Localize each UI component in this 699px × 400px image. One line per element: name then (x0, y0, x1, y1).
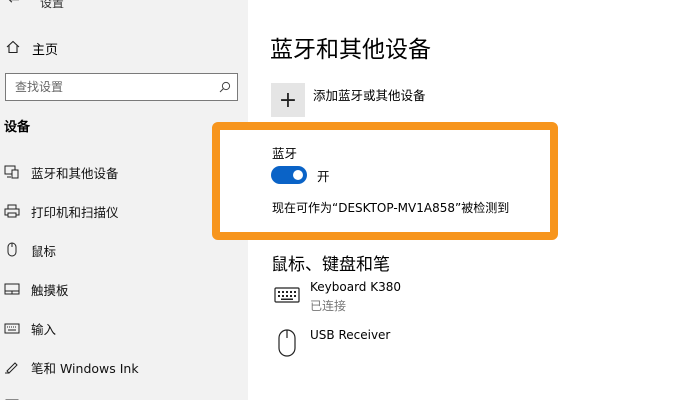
page-title: 蓝牙和其他设备 (270, 37, 431, 63)
sidebar: ← 设置 主页 设备 蓝牙和其他设备 打印机和扫描仪 鼠标 (0, 0, 248, 400)
keyboard-icon (272, 280, 302, 310)
app-title: 设置 (40, 0, 65, 10)
discoverable-text: 现在可作为“DESKTOP-MV1A858”被检测到 (272, 201, 510, 215)
sidebar-item-bluetooth[interactable]: 蓝牙和其他设备 (4, 161, 119, 183)
device-keyboard[interactable]: Keyboard K380 已连接 (272, 280, 401, 314)
sidebar-item-label: 鼠标 (31, 243, 57, 259)
section-title-mouse-keyboard-pen: 鼠标、键盘和笔 (271, 255, 390, 275)
printer-icon (4, 203, 20, 219)
sidebar-item-label: 打印机和扫描仪 (31, 204, 119, 220)
sidebar-item-printers[interactable]: 打印机和扫描仪 (4, 200, 119, 222)
sidebar-item-mouse[interactable]: 鼠标 (4, 239, 56, 261)
toggle-knob (293, 170, 303, 180)
add-device-label: 添加蓝牙或其他设备 (313, 87, 426, 103)
add-device-button[interactable]: + 添加蓝牙或其他设备 (271, 83, 426, 117)
mouse-icon (272, 328, 302, 358)
sidebar-item-label: 笔和 Windows Ink (31, 360, 139, 376)
main-panel: 蓝牙和其他设备 + 添加蓝牙或其他设备 蓝牙 开 现在可作为“DESKTOP-M… (212, 0, 699, 400)
sidebar-item-label: 触摸板 (31, 282, 69, 298)
mouse-icon (4, 242, 20, 258)
sidebar-section-devices: 设备 (4, 120, 31, 135)
home-icon (6, 39, 20, 58)
bluetooth-devices-icon (4, 164, 20, 180)
search-input[interactable] (15, 80, 219, 94)
sidebar-item-partial[interactable] (4, 392, 20, 400)
device-usb-receiver[interactable]: USB Receiver (272, 328, 390, 358)
sidebar-item-label: 蓝牙和其他设备 (31, 165, 119, 181)
pen-icon (4, 359, 20, 375)
bluetooth-label: 蓝牙 (272, 146, 298, 161)
sidebar-home[interactable]: 主页 (6, 38, 58, 58)
home-label: 主页 (32, 42, 59, 58)
keyboard-icon (4, 320, 20, 336)
search-icon[interactable] (219, 78, 231, 97)
device-name: USB Receiver (310, 328, 391, 342)
highlight-box (212, 122, 558, 240)
touchpad-icon (4, 281, 20, 297)
back-arrow-icon[interactable]: ← (8, 0, 20, 8)
autoplay-icon (4, 395, 20, 400)
sidebar-item-touchpad[interactable]: 触摸板 (4, 278, 69, 300)
sidebar-item-pen[interactable]: 笔和 Windows Ink (4, 356, 139, 378)
search-box[interactable] (5, 73, 238, 101)
device-status: 已连接 (310, 299, 347, 313)
device-name: Keyboard K380 (310, 280, 401, 294)
bluetooth-toggle[interactable] (271, 166, 307, 184)
plus-icon: + (271, 83, 305, 117)
bluetooth-toggle-state: 开 (317, 169, 330, 184)
sidebar-item-label: 输入 (31, 321, 57, 337)
sidebar-item-typing[interactable]: 输入 (4, 317, 56, 339)
